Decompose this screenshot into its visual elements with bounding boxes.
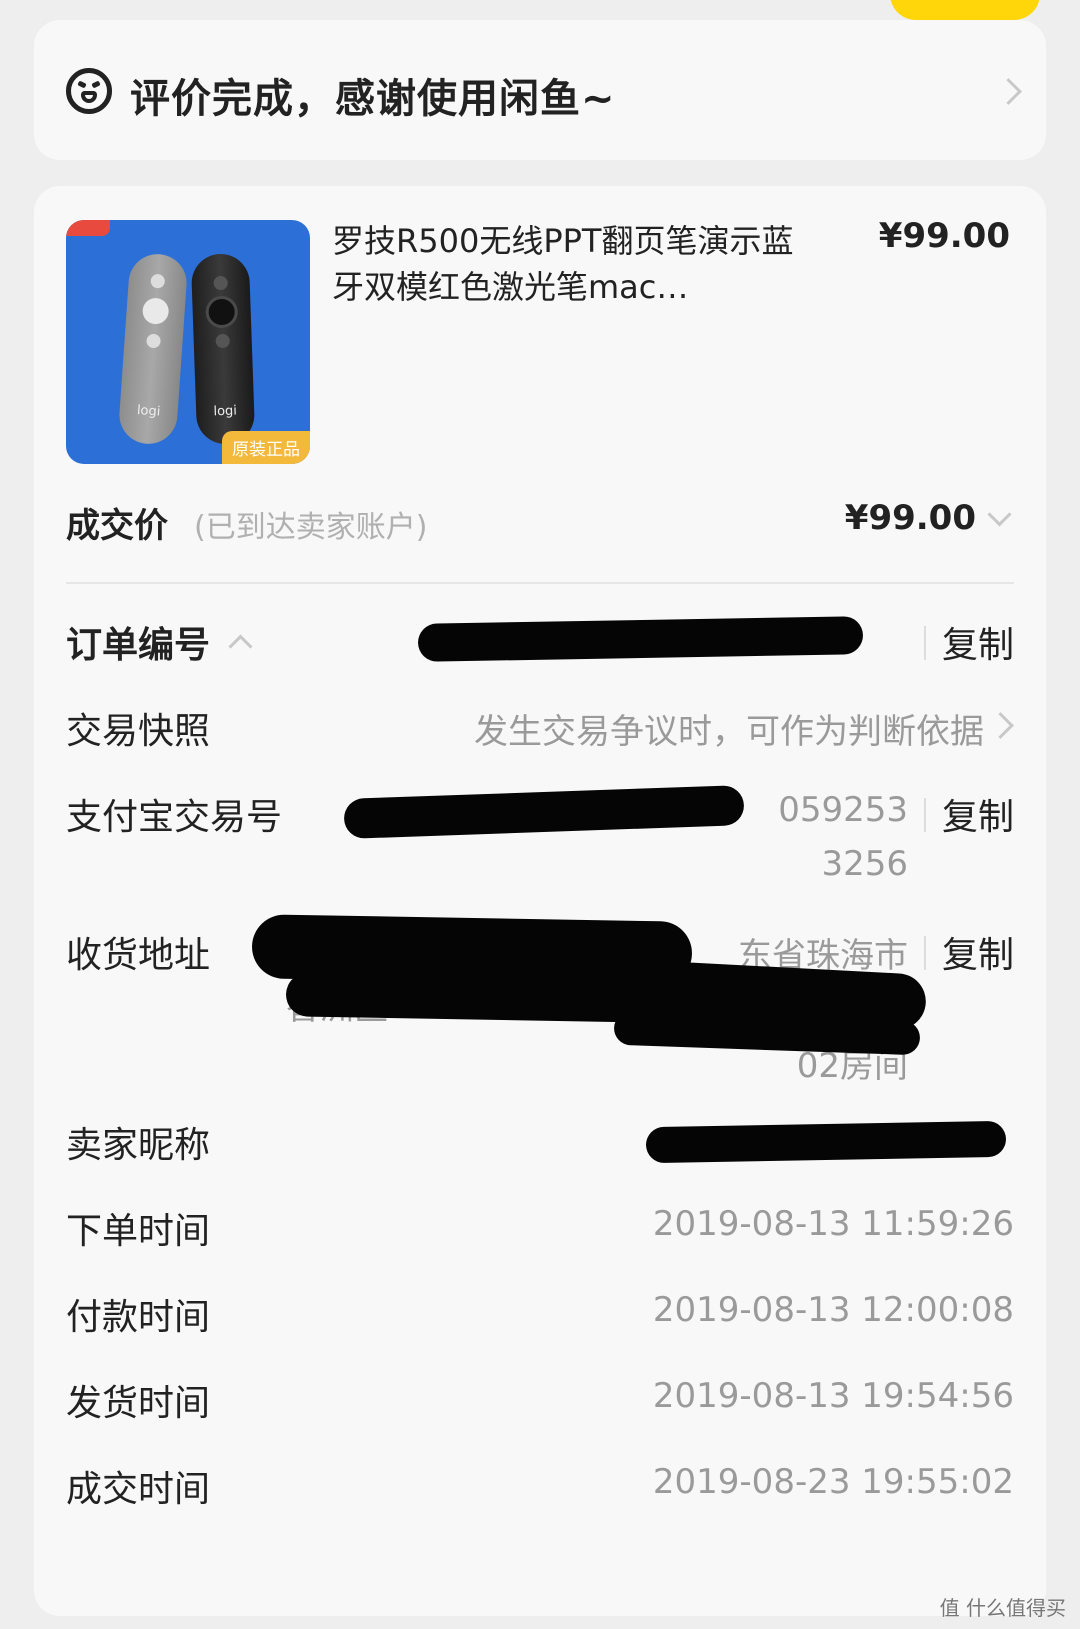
order-number-label: 订单编号 (66, 625, 211, 666)
chevron-up-icon[interactable] (228, 634, 253, 659)
deal-price-value: ¥99.00 (844, 498, 976, 538)
remote-logo: logi (213, 403, 238, 420)
address-label: 收货地址 (66, 935, 211, 976)
redaction-mark (417, 616, 864, 662)
authentic-tag: 原装正品 (222, 431, 310, 464)
seller-label: 卖家昵称 (66, 1125, 211, 1166)
product-image[interactable]: logi logi 原装正品 (66, 220, 310, 464)
alipay-number-row: 支付宝交易号 059253 3256 复制 (66, 785, 1014, 888)
order-time-value: 2019-08-13 11:59:26 (652, 1204, 1014, 1244)
alipay-number-label: 支付宝交易号 (66, 797, 283, 838)
deal-price-note: (已到达卖家账户) (194, 510, 428, 545)
status-text: 评价完成，感谢使用闲鱼~ (130, 76, 616, 122)
ship-time-row: 发货时间 2019-08-13 19:54:56 (66, 1374, 1014, 1424)
copy-alipay-number-button[interactable]: 复制 (942, 788, 1014, 840)
chevron-down-icon[interactable] (987, 502, 1012, 527)
chevron-right-icon (987, 712, 1014, 739)
deal-time-label: 成交时间 (66, 1469, 211, 1510)
divider (66, 582, 1014, 584)
snapshot-label: 交易快照 (66, 711, 211, 752)
site-watermark: 值 什么值得买 (939, 1596, 1066, 1620)
order-time-label: 下单时间 (66, 1211, 211, 1252)
product-title[interactable]: 罗技R500无线PPT翻页笔演示蓝牙双模红色激光笔mac… (332, 218, 822, 310)
pay-time-value: 2019-08-13 12:00:08 (652, 1290, 1014, 1330)
deal-price-label: 成交价 (66, 506, 168, 546)
copy-address-button[interactable]: 复制 (942, 926, 1014, 978)
snapshot-hint: 发生交易争议时，可作为判断依据 (474, 712, 984, 752)
smile-face-icon (66, 68, 112, 114)
order-number-row: 订单编号 复制 (66, 616, 1014, 666)
ship-time-value: 2019-08-13 19:54:56 (652, 1376, 1014, 1416)
copy-separator (924, 626, 926, 660)
redaction-mark (343, 785, 745, 839)
chevron-right-icon (995, 78, 1022, 105)
redaction-mark (645, 1120, 1007, 1164)
copy-order-number-button[interactable]: 复制 (942, 616, 1014, 668)
seller-row: 卖家昵称 (66, 1116, 1014, 1166)
copy-separator (924, 798, 926, 832)
alipay-number-value-line2: 3256 (821, 844, 908, 884)
status-card[interactable]: 评价完成，感谢使用闲鱼~ (34, 20, 1046, 160)
yellow-corner-decoration (890, 0, 1040, 20)
deal-time-value: 2019-08-23 19:55:02 (652, 1462, 1014, 1502)
deal-time-row: 成交时间 2019-08-23 19:55:02 (66, 1460, 1014, 1510)
deal-price-row[interactable]: 成交价 (已到达卖家账户) ¥99.00 (66, 486, 1014, 556)
dark-remote-image: logi (190, 253, 256, 445)
alipay-number-value-line1: 059253 (778, 790, 908, 830)
order-time-row: 下单时间 2019-08-13 11:59:26 (66, 1202, 1014, 1252)
remote-logo: logi (136, 403, 161, 420)
ship-time-label: 发货时间 (66, 1383, 211, 1424)
thumb-corner-tag (66, 220, 110, 236)
pay-time-row: 付款时间 2019-08-13 12:00:08 (66, 1288, 1014, 1338)
address-row: 收货地址 东省珠海市 香洲区 02房间 复制 (66, 914, 1014, 1096)
pay-time-label: 付款时间 (66, 1297, 211, 1338)
snapshot-row[interactable]: 交易快照 发生交易争议时，可作为判断依据 (66, 702, 1014, 752)
order-card: logi logi 原装正品 罗技R500无线PPT翻页笔演示蓝牙双模红色激光笔… (34, 186, 1046, 1616)
grey-remote-image: logi (117, 252, 189, 446)
copy-separator (924, 936, 926, 970)
product-price: ¥99.00 (878, 216, 1010, 256)
